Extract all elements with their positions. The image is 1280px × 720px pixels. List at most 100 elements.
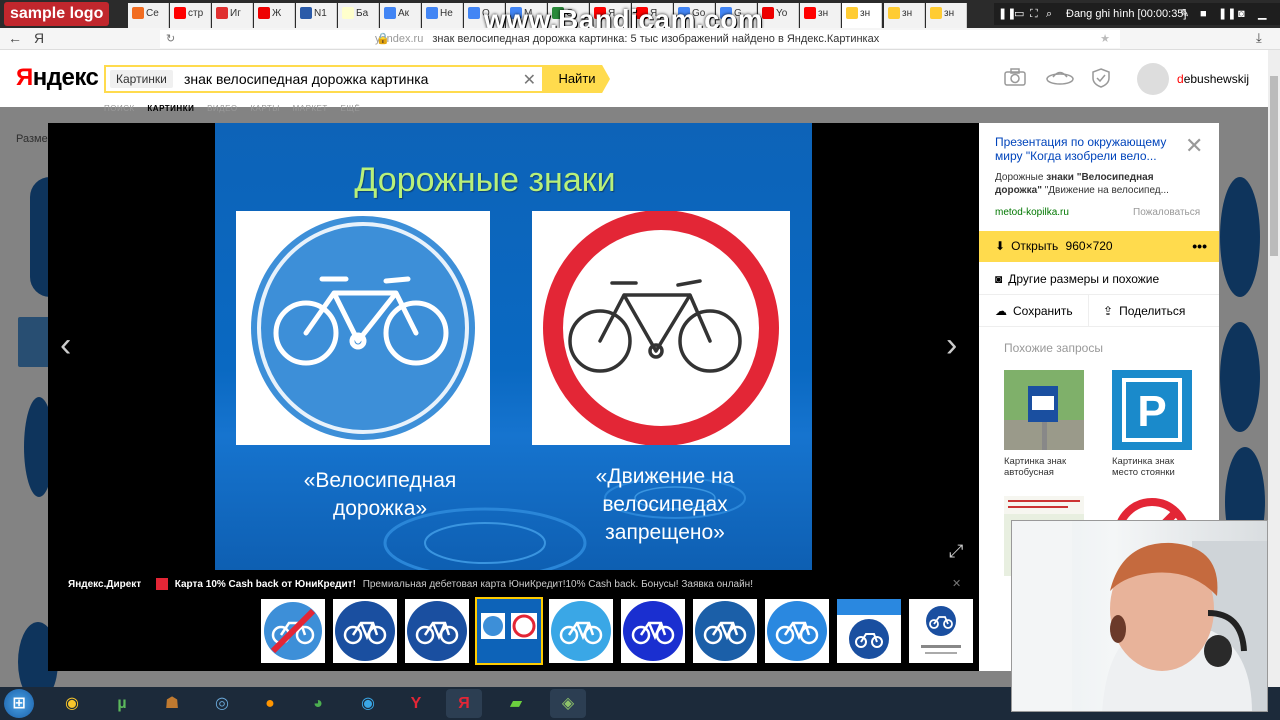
browser-tab[interactable]: Ж — [254, 3, 295, 28]
next-arrow-icon[interactable]: › — [946, 328, 968, 362]
reload-icon[interactable]: ↻ — [166, 30, 175, 48]
similar-caption[interactable]: Картинка знак автобусная — [1004, 456, 1094, 478]
stop-icon[interactable]: ■ — [1200, 8, 1212, 20]
nav-item[interactable]: КАРТИНКИ — [147, 104, 194, 113]
firefox-icon[interactable]: ● — [252, 689, 288, 718]
sign-bicycle-path — [236, 211, 490, 445]
chrome-icon[interactable]: ◕ — [300, 689, 336, 718]
thumbnail[interactable] — [693, 599, 757, 663]
nav-item[interactable]: ПОИСК — [104, 104, 135, 113]
pause-icon[interactable]: ❚❚ — [1218, 8, 1236, 20]
browser-tab[interactable]: Иг — [212, 3, 253, 28]
ad-banner[interactable]: Яндекс.Директ Карта 10% Cash back от Юни… — [68, 577, 968, 593]
download-icon[interactable]: ⤓ — [1256, 30, 1262, 46]
url-field[interactable]: ↻ 🔒 yandex.ru знак велосипедная дорожка … — [160, 30, 1120, 48]
recording-status: Đang ghi hình [00:00:35] — [1066, 8, 1187, 20]
expand-icon[interactable]: ⤢ — [949, 541, 963, 562]
page-scrollbar[interactable] — [1268, 50, 1280, 687]
browser-tab[interactable]: Yo — [758, 3, 799, 28]
browser-tab[interactable]: Ак — [380, 3, 421, 28]
tab-favicon-icon — [846, 7, 858, 20]
other-sizes-button[interactable]: ◙ Другие размеры и похожие — [979, 263, 1219, 295]
nav-item[interactable]: ЕЩЁ — [341, 104, 361, 113]
similar-caption[interactable]: Картинка знак место стоянки — [1112, 456, 1202, 478]
source-site-link[interactable]: metod-kopilka.ru — [995, 207, 1069, 218]
thumbnail[interactable] — [621, 599, 685, 663]
clear-icon[interactable]: ✕ — [523, 70, 536, 90]
ad-close-icon[interactable]: ✕ — [952, 577, 961, 590]
fullscreen-icon[interactable]: ⛶ — [1030, 8, 1042, 20]
nav-item[interactable]: МАРКЕТ — [293, 104, 328, 113]
source-title-link[interactable]: Презентация по окружающему миру "Когда и… — [995, 135, 1185, 163]
open-image-button[interactable]: ⬇ Открыть 960×720 ••• — [979, 231, 1219, 262]
pause-icon[interactable]: ❚❚ — [998, 8, 1016, 20]
thumbnail[interactable] — [333, 599, 397, 663]
minimize-icon[interactable]: ▁ — [1258, 8, 1270, 20]
browser-tab[interactable]: зн — [842, 3, 882, 28]
scrollbar-thumb[interactable] — [1270, 76, 1278, 256]
camera-search-icon[interactable] — [1003, 68, 1027, 90]
taskbar-app-icon[interactable]: ◎ — [204, 689, 240, 718]
taskbar-app-icon[interactable]: ☗ — [154, 689, 190, 718]
yandex-browser-icon[interactable]: Я — [34, 30, 44, 46]
search-button[interactable]: Найти — [544, 65, 610, 93]
browser-tab[interactable]: зн — [926, 3, 967, 28]
browser-tab[interactable]: зн — [800, 3, 841, 28]
browser-tab[interactable]: N1 — [296, 3, 337, 28]
lock-icon: 🔒 — [376, 33, 390, 45]
thumbnail-selected[interactable] — [475, 597, 543, 665]
thumbnail[interactable] — [765, 599, 829, 663]
nav-item[interactable]: КАРТЫ — [250, 104, 279, 113]
thumbnail[interactable] — [549, 599, 613, 663]
camera-icon[interactable]: ◙ — [1238, 8, 1250, 20]
yandex-taskbar-icon[interactable]: Я — [446, 689, 482, 718]
caption-line: «Велосипедная — [303, 469, 457, 492]
similar-thumbnail[interactable] — [1004, 370, 1084, 450]
close-icon[interactable]: ✕ — [1185, 133, 1203, 159]
tab-favicon-icon — [300, 7, 312, 20]
tab-favicon-icon — [258, 7, 270, 20]
report-link[interactable]: Пожаловаться — [1133, 207, 1200, 218]
more-icon[interactable]: ••• — [1192, 231, 1207, 262]
avatar[interactable] — [1137, 63, 1169, 95]
tab-label: зн — [818, 8, 829, 19]
browser-tab[interactable]: Ба — [338, 3, 379, 28]
window-icon[interactable]: ▭ — [1014, 8, 1026, 20]
back-icon[interactable]: ← — [8, 30, 22, 46]
username[interactable]: debushewskij — [1177, 72, 1249, 86]
taskbar-app-icon[interactable]: ◈ — [550, 689, 586, 718]
shield-icon[interactable] — [1089, 68, 1113, 90]
caption-bicycle-path: «Велосипедная дорожка» — [255, 467, 505, 523]
browser-tab[interactable]: Не — [422, 3, 463, 28]
start-button-icon[interactable]: ⊞ — [4, 689, 34, 718]
collections-icon[interactable] — [1045, 68, 1074, 90]
ad-title[interactable]: Карта 10% Cash back от ЮниКредит! — [175, 579, 356, 590]
search-input[interactable] — [184, 67, 514, 91]
save-button[interactable]: ☁ Сохранить — [979, 295, 1089, 327]
browser-tab[interactable]: стр — [170, 3, 211, 28]
share-button[interactable]: ⇪ Поделиться — [1089, 295, 1219, 327]
main-image[interactable]: Дорожные знаки «Велосипедная дорожка» «Д… — [215, 123, 812, 570]
bookmark-star-icon[interactable]: ★ — [1100, 30, 1110, 48]
pencil-icon[interactable]: ✎ — [1180, 8, 1192, 20]
nav-item[interactable]: ВИДЕО — [207, 104, 238, 113]
ad-text: Премиальная дебетовая карта ЮниКредит!10… — [362, 579, 753, 590]
thumbnail[interactable] — [909, 599, 973, 663]
thumbnail[interactable] — [405, 599, 469, 663]
yandex-browser-taskbar-icon[interactable]: Y — [398, 689, 434, 718]
search-service-tag[interactable]: Картинки — [110, 70, 173, 88]
similar-queries-heading: Похожие запросы — [1004, 341, 1103, 355]
browser-tab[interactable]: зн — [884, 3, 925, 28]
thumbnail[interactable] — [837, 599, 901, 663]
search-icon[interactable]: ⌕ — [1046, 8, 1058, 20]
thumbnail[interactable] — [261, 599, 325, 663]
tab-label: Не — [440, 8, 453, 19]
yandex-logo[interactable]: Яндекс — [16, 64, 99, 92]
browser-tab[interactable]: Ce — [128, 3, 169, 28]
taskbar-app-icon[interactable]: ◉ — [54, 689, 90, 718]
utorrent-icon[interactable]: µ — [104, 689, 140, 718]
taskbar-app-icon[interactable]: ◉ — [350, 689, 386, 718]
prev-arrow-icon[interactable]: ‹ — [60, 328, 82, 362]
taskbar-app-icon[interactable]: ▰ — [498, 689, 534, 718]
similar-thumbnail[interactable]: P — [1112, 370, 1192, 450]
